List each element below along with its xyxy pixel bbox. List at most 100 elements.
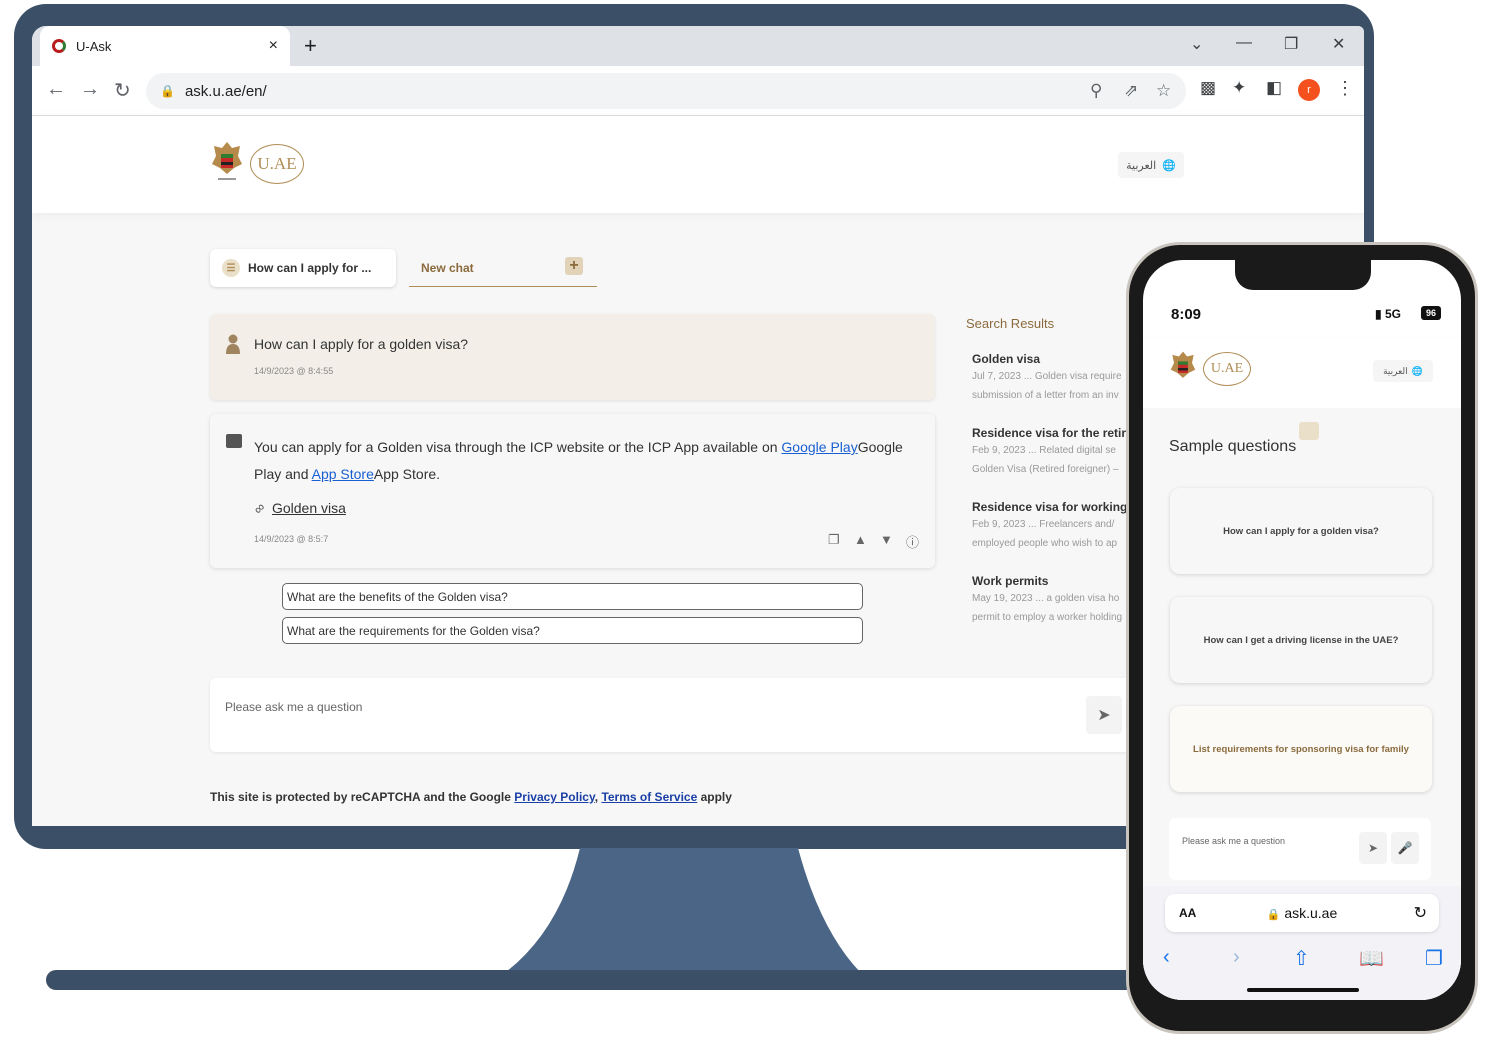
uae-logo: U.AE: [250, 144, 304, 184]
bookmark-star-icon[interactable]: ☆: [1156, 81, 1171, 101]
phone-screen: 8:09 ▮ 5G 96 U.AE العربية 🌐 Sample quest…: [1143, 260, 1461, 1000]
extension-icon[interactable]: ▩: [1200, 78, 1216, 98]
uae-emblem-icon: [1170, 351, 1196, 378]
chat-tab-previous[interactable]: ☰ How can I apply for ...: [210, 249, 396, 287]
google-play-link[interactable]: Google Play: [781, 439, 857, 455]
question-input-placeholder: Please ask me a question: [1182, 836, 1286, 846]
tab-strip: U-Ask × + ⌄ — ❐ ✕: [32, 26, 1364, 66]
back-icon[interactable]: ‹: [1163, 946, 1170, 969]
phone-time: 8:09: [1171, 306, 1202, 323]
uae-emblem-icon: [212, 142, 242, 180]
add-chat-icon[interactable]: +: [565, 257, 583, 275]
sample-question-button[interactable]: How can I get a driving license in the U…: [1170, 597, 1432, 683]
bot-message: You can apply for a Golden visa through …: [210, 414, 935, 568]
bot-text-part: You can apply for a Golden visa through …: [254, 439, 782, 455]
lock-icon: 🔒: [160, 84, 175, 98]
send-icon[interactable]: ➤: [1086, 696, 1122, 734]
thumbs-up-icon[interactable]: ▲: [854, 532, 867, 547]
share-icon[interactable]: ⇗: [1124, 81, 1138, 101]
search-results-panel: Search Results Golden visa Jul 7, 2023 .…: [954, 316, 1154, 646]
user-message: How can I apply for a golden visa? 14/9/…: [210, 314, 935, 400]
language-label: العربية: [1126, 159, 1157, 172]
battery-icon: 96: [1421, 306, 1441, 320]
bot-message-text: You can apply for a Golden visa through …: [254, 434, 914, 488]
microphone-icon[interactable]: 🎤: [1391, 832, 1419, 864]
signal-bars-icon: ▮: [1375, 307, 1382, 321]
reload-icon[interactable]: ↻: [1414, 903, 1427, 923]
source-link[interactable]: ∞ Golden visa: [250, 499, 346, 517]
browser-toolbar: ← → ↻ 🔒 ask.u.ae/en/ ⚲ ⇗ ☆ ▩ ✦ ◧ r ⋮: [32, 66, 1364, 116]
restore-button[interactable]: ❐: [1284, 34, 1298, 54]
close-tab-icon[interactable]: ×: [269, 37, 278, 55]
minimize-button[interactable]: —: [1236, 34, 1252, 52]
share-icon[interactable]: ⇧: [1293, 946, 1310, 971]
monitor-stand-base: [46, 970, 1176, 990]
tab-title: U-Ask: [76, 38, 112, 54]
suggestion-button[interactable]: What are the requirements for the Golden…: [282, 617, 863, 644]
sample-question-button[interactable]: List requirements for sponsoring visa fo…: [1170, 706, 1432, 792]
recaptcha-text: This site is protected by reCAPTCHA and …: [210, 790, 515, 804]
chat-tab-previous-label: How can I apply for ...: [248, 261, 372, 275]
home-indicator: [1247, 988, 1359, 992]
phone-url-text: 🔒 ask.u.ae: [1165, 905, 1439, 921]
address-bar[interactable]: 🔒 ask.u.ae/en/ ⚲ ⇗ ☆: [146, 73, 1186, 109]
bot-text-part: App Store.: [373, 466, 441, 482]
forward-icon[interactable]: →: [80, 78, 100, 101]
chat-tab-new[interactable]: New chat +: [409, 249, 597, 287]
thumbs-down-icon[interactable]: ▼: [880, 532, 893, 547]
browser-tab[interactable]: U-Ask ×: [40, 26, 290, 66]
globe-icon: 🌐: [1411, 365, 1423, 376]
tab-search-icon[interactable]: ⌄: [1190, 34, 1203, 54]
phone-site-header: U.AE العربية 🌐: [1143, 338, 1461, 408]
menu-dots-icon[interactable]: ⋮: [1336, 78, 1354, 99]
send-icon[interactable]: ➤: [1359, 832, 1387, 864]
sample-question-button[interactable]: How can I apply for a golden visa?: [1170, 488, 1432, 574]
sidepanel-icon[interactable]: ◧: [1266, 78, 1282, 98]
info-icon[interactable]: ⓘ: [906, 532, 919, 551]
back-icon[interactable]: ←: [46, 78, 66, 101]
safari-url-bar[interactable]: AA 🔒 ask.u.ae ↻: [1165, 894, 1439, 932]
phone-signal: ▮ 5G: [1375, 307, 1401, 321]
phone-question-input[interactable]: Please ask me a question ➤ 🎤: [1169, 818, 1431, 880]
bookmarks-icon[interactable]: 📖: [1359, 946, 1384, 971]
language-label: العربية: [1383, 365, 1408, 376]
app-store-link[interactable]: App Store: [312, 466, 374, 482]
close-window-button[interactable]: ✕: [1332, 34, 1345, 54]
phone-url-label: ask.u.ae: [1284, 905, 1338, 921]
url-text: ask.u.ae/en/: [184, 82, 267, 100]
site-header: U.AE العربية 🌐: [32, 116, 1364, 213]
question-input[interactable]: Please ask me a question ➤: [210, 678, 1170, 752]
question-input-placeholder: Please ask me a question: [225, 700, 363, 714]
user-message-text: How can I apply for a golden visa?: [254, 336, 469, 352]
phone-language-toggle[interactable]: العربية 🌐: [1373, 360, 1433, 382]
tabs-icon[interactable]: ❐: [1425, 946, 1443, 971]
network-label: 5G: [1384, 307, 1401, 321]
chat-tab-new-label: New chat: [421, 260, 474, 275]
phone-notch: [1235, 260, 1371, 290]
user-message-timestamp: 14/9/2023 @ 8:4:55: [254, 366, 334, 376]
privacy-policy-link[interactable]: Privacy Policy: [514, 790, 595, 804]
chat-bubble-icon: [1299, 422, 1319, 440]
language-toggle-button[interactable]: العربية 🌐: [1118, 152, 1184, 178]
user-avatar-icon: [226, 334, 240, 354]
chat-bubble-icon: ☰: [222, 259, 240, 277]
bot-message-icon: [226, 434, 242, 448]
recaptcha-text: apply: [697, 790, 732, 804]
safari-bottom-bar: AA 🔒 ask.u.ae ↻ ‹ › ⇧ 📖 ❐: [1143, 886, 1461, 1000]
profile-avatar[interactable]: r: [1298, 79, 1320, 101]
forward-icon[interactable]: ›: [1233, 946, 1240, 969]
copy-icon[interactable]: ❐: [828, 532, 840, 548]
sample-questions-title: Sample questions: [1169, 438, 1297, 455]
recaptcha-notice: This site is protected by reCAPTCHA and …: [210, 790, 732, 804]
lock-icon: 🔒: [1266, 909, 1281, 921]
link-icon: ∞: [249, 498, 269, 518]
source-link-label: Golden visa: [271, 500, 346, 516]
favicon-icon: [52, 39, 66, 53]
bot-message-timestamp: 14/9/2023 @ 8:5:7: [254, 534, 329, 544]
reload-icon[interactable]: ↻: [114, 78, 131, 103]
puzzle-icon[interactable]: ✦: [1232, 78, 1246, 98]
suggestion-button[interactable]: What are the benefits of the Golden visa…: [282, 583, 863, 610]
terms-of-service-link[interactable]: Terms of Service: [601, 790, 697, 804]
new-tab-button[interactable]: +: [304, 33, 317, 59]
zoom-icon[interactable]: ⚲: [1090, 81, 1102, 101]
